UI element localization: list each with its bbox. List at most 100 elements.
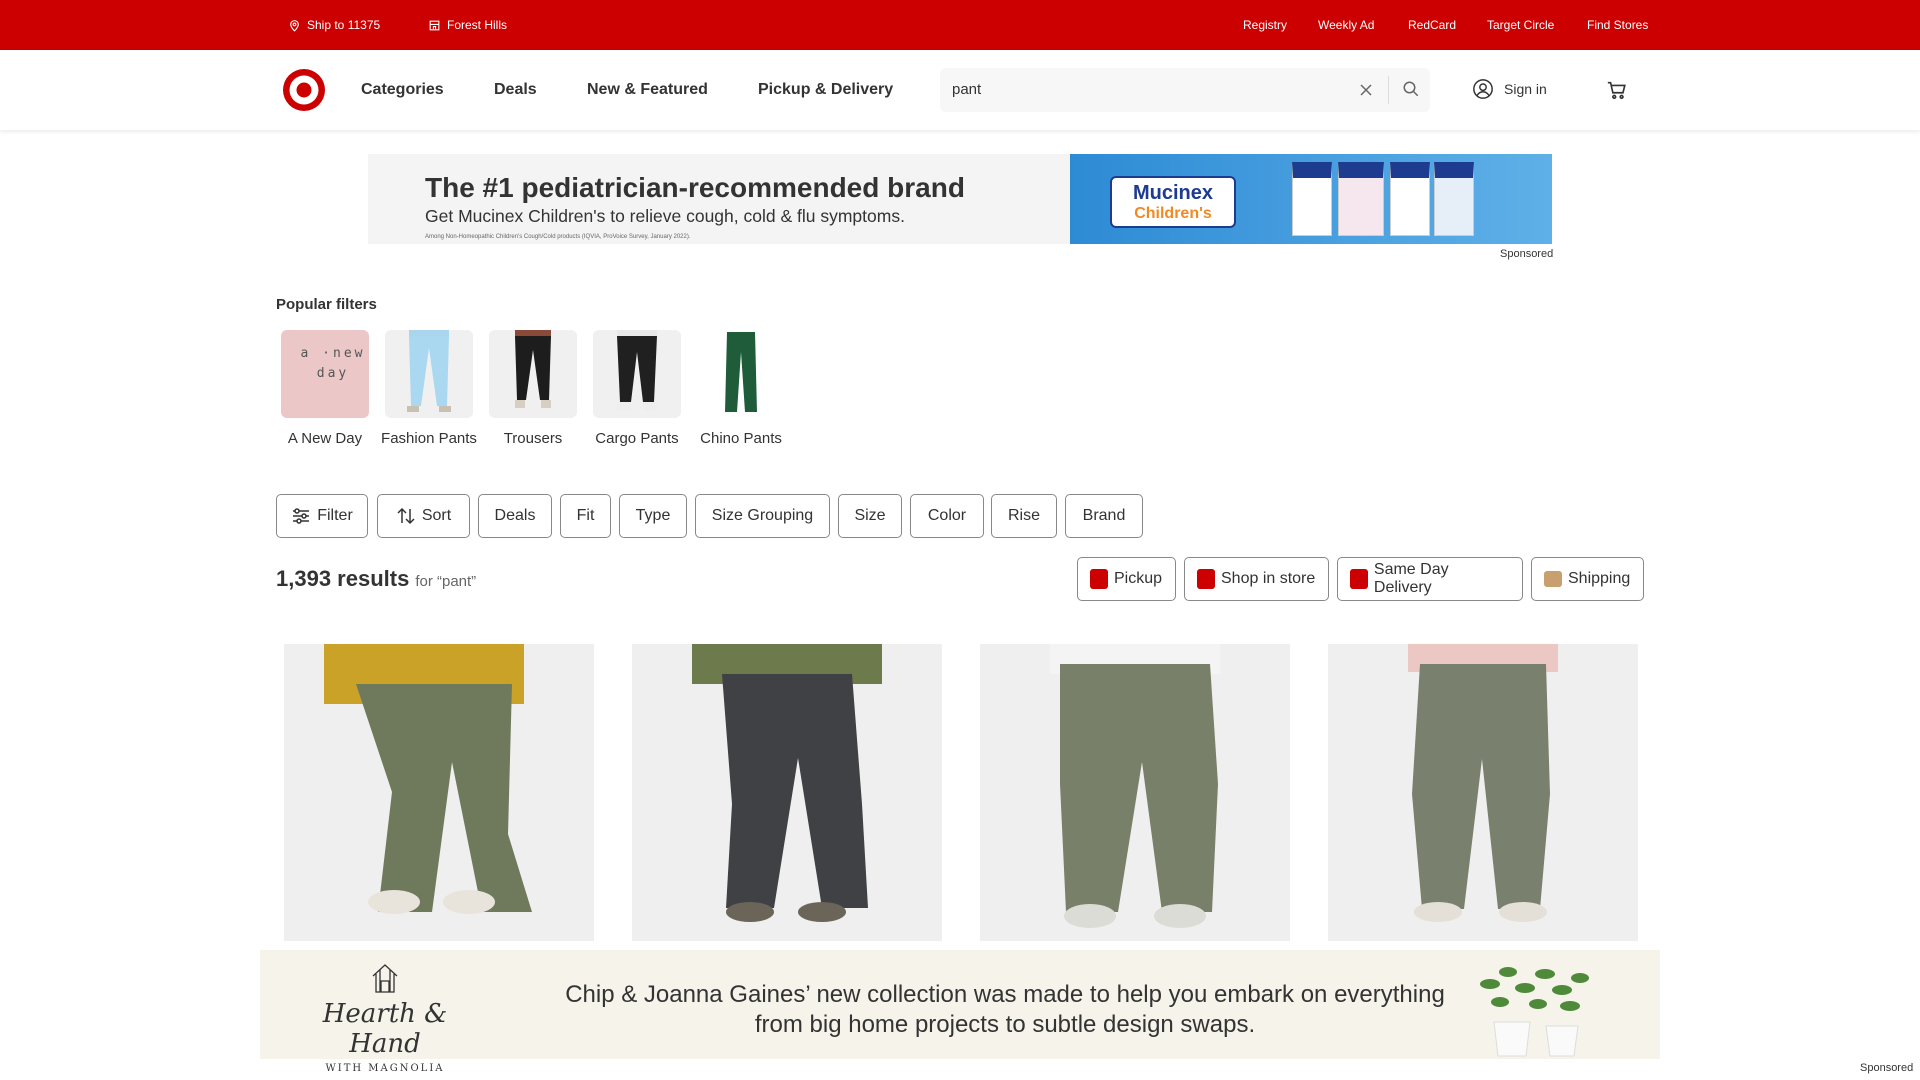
popular-filter-cargo-pants[interactable]: Cargo Pants [585, 330, 689, 450]
shop-in-store-label: Shop in store [1221, 570, 1316, 587]
find-stores-label: Find Stores [1587, 18, 1649, 32]
sign-in-button[interactable]: Sign in [1472, 78, 1547, 100]
hearth-hand-subtitle: WITH MAGNOLIA [325, 1063, 445, 1074]
fulfillment-pickup-button[interactable]: Pickup [1077, 557, 1176, 601]
product-card-image[interactable] [1328, 644, 1638, 941]
target-circle-label: Target Circle [1487, 18, 1555, 32]
product-box [1338, 162, 1384, 236]
pickup-label: Pickup [1114, 570, 1163, 587]
popular-filter-label: Fashion Pants [381, 430, 477, 447]
banner-subline: Get Mucinex Children's to relieve cough,… [425, 206, 905, 226]
product-card-image[interactable] [632, 644, 942, 941]
popular-filter-trousers[interactable]: Trousers [481, 330, 585, 450]
product-card-image[interactable] [284, 644, 594, 941]
nav-categories[interactable]: Categories [361, 81, 444, 99]
account-icon [1473, 79, 1493, 99]
chip-fit[interactable]: Fit [560, 494, 611, 538]
search-icon[interactable] [1402, 80, 1420, 98]
main-header: Categories Deals New & Featured Pickup &… [0, 50, 1920, 130]
chip-brand[interactable]: Brand [1065, 494, 1143, 538]
sponsored-label: Sponsored [1860, 1062, 1914, 1074]
redcard-label: RedCard [1408, 18, 1457, 32]
clear-search-icon[interactable] [1358, 82, 1374, 98]
search-input[interactable]: pant [952, 81, 981, 98]
popular-filter-label: Trousers [503, 430, 563, 447]
sponsored-banner-mucinex[interactable]: The #1 pediatrician-recommended brand Ge… [368, 154, 1552, 244]
store-link[interactable]: Forest Hills [428, 18, 507, 32]
house-icon [372, 964, 398, 993]
store-label: Forest Hills [447, 18, 508, 32]
banner-footnote: Among Non-Homeopathic Children's Cough/C… [425, 234, 691, 240]
shipping-icon [1544, 571, 1562, 587]
product-photo [324, 644, 532, 914]
product-box [1434, 162, 1474, 236]
product-card-image[interactable] [980, 644, 1290, 941]
fulfillment-same-day-delivery-button[interactable]: Same Day Delivery [1337, 557, 1523, 601]
chip-rise[interactable]: Rise [991, 494, 1057, 538]
popular-filter-fashion-pants[interactable]: Fashion Pants [377, 330, 481, 450]
pickup-icon [1090, 569, 1108, 589]
same-day-delivery-label: Same Day Delivery [1373, 561, 1449, 596]
cart-icon[interactable] [1606, 79, 1628, 101]
topbar-link-registry[interactable]: Registry [1243, 18, 1287, 32]
sort-label: Sort [421, 507, 452, 524]
top-utility-bar: Ship to 11375 Forest Hills Registry Week… [0, 0, 1920, 50]
chip-deals[interactable]: Deals [478, 494, 552, 538]
cargo-pants-thumbnail [593, 330, 681, 418]
popular-filter-label: Chino Pants [700, 430, 782, 447]
sliders-icon [293, 508, 310, 524]
fulfillment-shop-in-store-button[interactable]: Shop in store [1184, 557, 1329, 601]
nav-pickup-delivery[interactable]: Pickup & Delivery [758, 81, 893, 99]
mucinex-logo-bottom: Children's [1134, 205, 1212, 222]
popular-filter-chino-pants[interactable]: Chino Pants [689, 330, 793, 450]
mucinex-logo-top: Mucinex [1132, 182, 1214, 204]
hearth-hand-logo: Hearth & Hand WITH MAGNOLIA [300, 962, 470, 1074]
chip-color[interactable]: Color [910, 494, 984, 538]
shipping-label: Shipping [1568, 570, 1631, 587]
popular-filter-label: Cargo Pants [595, 430, 679, 447]
product-photo [692, 644, 882, 922]
search-box[interactable]: pant [940, 68, 1430, 112]
topbar-link-redcard[interactable]: RedCard [1408, 18, 1456, 32]
results-count-value: 1,393 results [276, 566, 410, 591]
fashion-pants-thumbnail [385, 330, 473, 418]
results-count: 1,393 results for “pant” [276, 566, 476, 592]
topbar-link-find-stores[interactable]: Find Stores [1587, 18, 1648, 32]
nav-new-featured[interactable]: New & Featured [587, 81, 708, 99]
product-photo [1050, 644, 1220, 928]
chip-size[interactable]: Size [838, 494, 902, 538]
topbar-link-weekly-ad[interactable]: Weekly Ad [1318, 18, 1374, 32]
sort-arrows-icon [397, 507, 415, 525]
target-logo-icon[interactable] [282, 68, 326, 112]
sponsored-banner-hearth-hand[interactable]: Hearth & Hand WITH MAGNOLIA Chip & Joann… [260, 950, 1660, 1074]
popular-filter-a-new-day[interactable]: a ·new day A New Day [273, 330, 377, 450]
search-divider [1388, 76, 1389, 104]
product-box [1390, 162, 1430, 236]
banner-headline: The #1 pediatrician-recommended brand [425, 172, 965, 203]
sort-button[interactable]: Sort [377, 494, 470, 538]
a-new-day-logo-text: a ·new day [300, 346, 366, 381]
store-icon [429, 20, 440, 30]
chip-type[interactable]: Type [619, 494, 687, 538]
chino-pants-thumbnail [697, 330, 785, 418]
topbar-link-target-circle[interactable]: Target Circle [1487, 18, 1554, 32]
mucinex-logo: Mucinex Children's [1110, 176, 1236, 228]
filter-label: Filter [317, 507, 353, 524]
sign-in-label: Sign in [1504, 81, 1547, 97]
sponsored-label: Sponsored [1500, 248, 1554, 260]
popular-filter-label: A New Day [287, 430, 363, 447]
plant-image [1480, 967, 1589, 1057]
popular-filters-title: Popular filters [276, 296, 377, 313]
bottom-ad-line-2: from big home projects to subtle design … [754, 1011, 1256, 1038]
ship-to-link[interactable]: Ship to 11375 [288, 18, 380, 32]
filter-button[interactable]: Filter [276, 494, 368, 538]
ship-to-label: Ship to 11375 [307, 18, 381, 32]
bottom-ad-message: Chip & Joanna Gaines’ new collection was… [540, 980, 1470, 1040]
chip-size-grouping[interactable]: Size Grouping [695, 494, 830, 538]
nav-deals[interactable]: Deals [494, 81, 537, 99]
registry-label: Registry [1243, 18, 1288, 32]
pants-image [407, 330, 451, 412]
trousers-thumbnail [489, 330, 577, 418]
fulfillment-shipping-button[interactable]: Shipping [1531, 557, 1644, 601]
product-box [1292, 162, 1332, 236]
